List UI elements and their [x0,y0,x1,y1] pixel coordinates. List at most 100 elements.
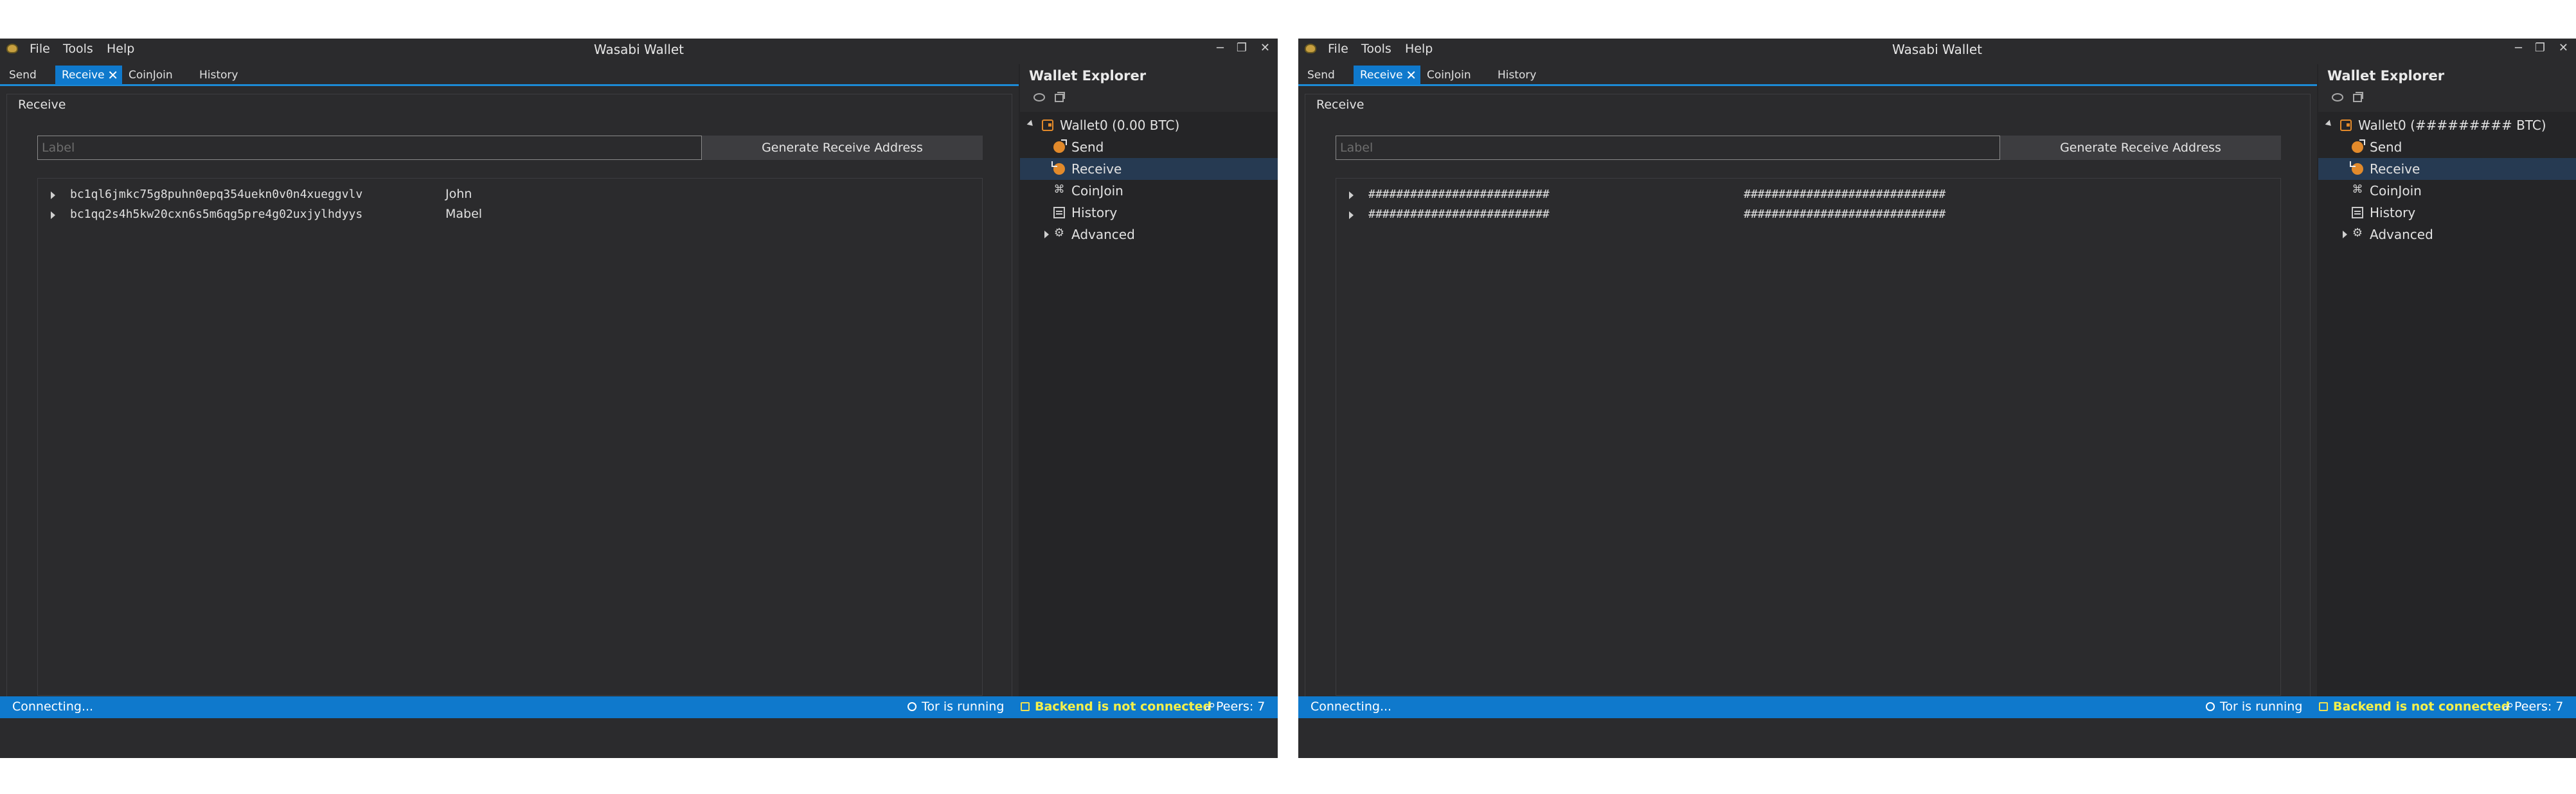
collapse-all-icon[interactable] [2352,92,2363,102]
history-icon [1053,207,1065,218]
tab-receive[interactable]: Receive ✕ [55,66,122,85]
receive-icon [1051,161,1065,175]
minimize-icon[interactable]: − [2514,41,2523,55]
address-label: John [445,187,472,201]
wasabi-app-icon [6,44,18,53]
tree-item-label: CoinJoin [2370,183,2422,198]
generate-receive-address-button[interactable]: Generate Receive Address [702,136,983,160]
label-input[interactable] [37,136,702,160]
tree-item-advanced[interactable]: ⚙ Advanced [2318,224,2576,245]
tor-icon [2206,702,2215,711]
address-text: ########################## [1368,188,1550,201]
tree-item-advanced[interactable]: ⚙ Advanced [1020,224,1278,245]
tree-item-receive[interactable]: Receive [1020,158,1278,180]
wallet-explorer: Wallet Explorer Wallet0 (0.00 BTC) Send … [1019,64,1278,723]
tab-send[interactable]: Send [1305,66,1337,85]
minimize-icon[interactable]: − [1215,41,1225,55]
tab-receive-label: Receive [62,69,105,82]
restore-icon[interactable]: ❐ [1237,41,1247,55]
expanded-arrow-icon[interactable] [1026,119,1035,128]
title-bar: File Tools Help Wasabi Wallet − ❐ ✕ [1298,39,2576,59]
panel-title: Receive [15,98,69,112]
menu-help[interactable]: Help [107,42,134,56]
wallet-name: Wallet0 (######### BTC) [2358,118,2546,133]
wallet-icon [1042,119,1053,131]
expand-arrow-icon[interactable] [51,211,55,219]
window-title: Wasabi Wallet [1892,42,1983,57]
generate-receive-address-button[interactable]: Generate Receive Address [2000,136,2281,160]
tree-item-coinjoin[interactable]: ⌘ CoinJoin [2318,180,2576,202]
close-icon[interactable]: ✕ [1260,41,1270,55]
tree-item-label: Receive [1071,161,1122,177]
tree-item-label: Send [1071,139,1104,155]
list-item[interactable]: bc1ql6jmkc75g8puhn0epq354uekn0v0n4xueggv… [38,186,982,206]
coinjoin-icon: ⌘ [2352,183,2363,196]
send-icon [2352,139,2365,153]
tree-item-send[interactable]: Send [2318,136,2576,158]
tree-item-label: Advanced [2370,227,2433,242]
tree-item-history[interactable]: History [2318,202,2576,224]
wallet-name: Wallet0 (0.00 BTC) [1060,118,1180,133]
menu-help[interactable]: Help [1405,42,1433,56]
tab-coinjoin[interactable]: CoinJoin [1424,66,1474,85]
restore-icon[interactable]: ❐ [2535,41,2545,55]
list-item[interactable]: bc1qq2s4h5kw20cxn6s5m6qg5pre4g02uxjylhdy… [38,206,982,225]
address-label: Mabel [445,207,483,221]
explorer-tree: Wallet0 (0.00 BTC) Send Receive ⌘ CoinJo… [1020,112,1278,723]
address-text: bc1qq2s4h5kw20cxn6s5m6qg5pre4g02uxjylhdy… [70,207,363,221]
tree-item-label: Advanced [1071,227,1135,242]
address-list: ########################## #############… [1336,178,2281,696]
tree-item-coinjoin[interactable]: ⌘ CoinJoin [1020,180,1278,202]
peers-icon: ☍ [1204,701,1215,713]
expanded-arrow-icon[interactable] [2325,119,2334,128]
status-bar: Connecting... Tor is running Backend is … [1298,696,2576,718]
menu-tools[interactable]: Tools [63,42,93,56]
address-text: ########################## [1368,207,1550,221]
tree-item-receive[interactable]: Receive [2318,158,2576,180]
menu-tools[interactable]: Tools [1361,42,1391,56]
collapsed-arrow-icon[interactable] [2343,231,2347,238]
tree-item-wallet[interactable]: Wallet0 (0.00 BTC) [1020,114,1278,136]
tor-icon [908,702,917,711]
connection-status: Connecting... [1310,700,1392,714]
tree-item-wallet[interactable]: Wallet0 (######### BTC) [2318,114,2576,136]
eye-icon[interactable] [2331,92,2343,101]
tab-send[interactable]: Send [6,66,39,85]
peers-count: Peers: 7 [2514,700,2564,714]
document-tabs: Send Receive ✕ CoinJoin History [1298,64,2317,86]
menu-file[interactable]: File [30,42,50,56]
list-item[interactable]: ########################## #############… [1336,186,2280,206]
tor-status: Tor is running [2220,700,2303,714]
tab-close-icon[interactable]: ✕ [1406,66,1417,85]
tree-item-send[interactable]: Send [1020,136,1278,158]
tree-item-history[interactable]: History [1020,202,1278,224]
advanced-icon: ⚙ [1053,226,1065,240]
address-label: ############################# [1744,188,1946,201]
list-item[interactable]: ########################## #############… [1336,206,2280,225]
wasabi-window-2: File Tools Help Wasabi Wallet − ❐ ✕ Send… [1298,39,2576,758]
close-icon[interactable]: ✕ [2559,41,2568,55]
tab-history[interactable]: History [197,66,240,85]
receive-icon [2350,161,2363,175]
collapsed-arrow-icon[interactable] [1044,231,1049,238]
expand-arrow-icon[interactable] [51,191,55,199]
bottom-area [1298,718,2576,758]
tab-close-icon[interactable]: ✕ [107,66,118,85]
tab-history[interactable]: History [1495,66,1539,85]
wasabi-app-icon [1305,44,1316,53]
collapse-all-icon[interactable] [1053,92,1065,102]
wasabi-window-1: File Tools Help Wasabi Wallet − ❐ ✕ Send… [0,39,1278,758]
explorer-title: Wallet Explorer [1029,68,1147,84]
tree-item-label: Receive [2370,161,2420,177]
expand-arrow-icon[interactable] [1349,211,1354,219]
document-tabs: Send Receive ✕ CoinJoin History [0,64,1019,86]
eye-icon[interactable] [1033,92,1045,101]
address-label: ############################# [1744,207,1946,221]
expand-arrow-icon[interactable] [1349,191,1354,199]
address-text: bc1ql6jmkc75g8puhn0epq354uekn0v0n4xueggv… [70,188,363,201]
tab-receive[interactable]: Receive ✕ [1354,66,1420,85]
label-input[interactable] [1336,136,2000,160]
tab-coinjoin[interactable]: CoinJoin [126,66,175,85]
menu-file[interactable]: File [1328,42,1348,56]
send-icon [1053,139,1067,153]
